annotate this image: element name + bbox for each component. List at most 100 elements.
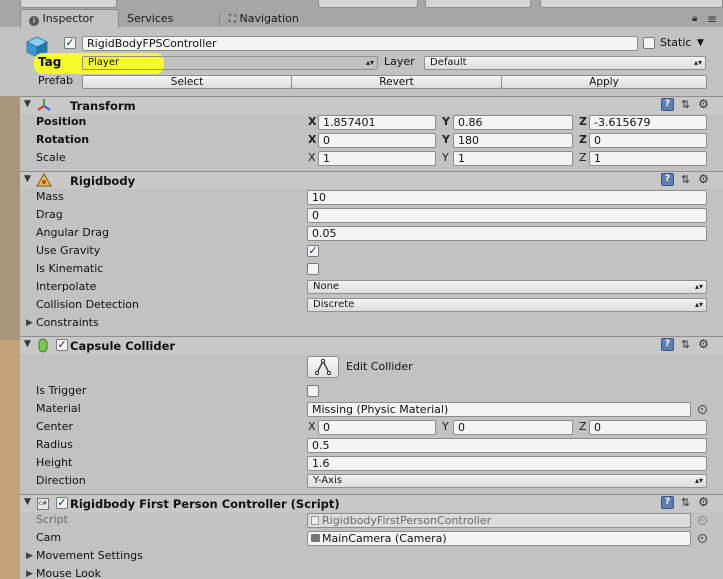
use-gravity-checkbox[interactable]: ✓ [307,245,319,257]
collision-detection-dropdown[interactable]: Discrete ▴▾ [307,298,707,312]
transform-header[interactable]: ▼ Transform ? ⇅ ⚙ [20,96,723,114]
tab-inspector[interactable]: i Inspector [20,9,119,28]
static-label: Static [660,36,692,49]
cam-field[interactable]: MainCamera (Camera) [307,531,691,546]
constraints-foldout[interactable]: Constraints [36,316,99,330]
material-field[interactable]: Missing (Physic Material) [307,402,691,417]
axis-z-label: Z [579,133,587,146]
position-x-input[interactable]: 1.857401 [318,115,436,130]
preset-icon[interactable]: ⇅ [679,98,692,111]
foldout-arrow-icon[interactable]: ▼ [24,497,31,507]
is-trigger-label: Is Trigger [36,384,87,397]
foldout-arrow-icon[interactable]: ▼ [24,339,31,349]
use-gravity-label: Use Gravity [36,244,101,257]
layer-dropdown[interactable]: Default ▴▾ [424,56,706,70]
interpolate-value: None [313,281,340,292]
help-icon[interactable]: ? [661,173,674,186]
prefab-select-button[interactable]: Select [82,75,292,89]
capsule-icon [38,338,48,356]
toolbar-button-left[interactable] [20,0,117,8]
static-checkbox[interactable] [643,37,655,49]
script-component-header[interactable]: ▼ c# ✓ Rigidbody First Person Controller… [20,494,723,512]
prefab-revert-button[interactable]: Revert [291,75,502,89]
center-z-input[interactable]: 0 [589,420,707,435]
drag-input[interactable]: 0 [307,208,707,223]
toolbar-button-far-right[interactable] [540,0,723,8]
position-z-input[interactable]: -3.615679 [589,115,707,130]
toolbar-button-middle[interactable] [318,0,418,8]
scene-background-strip-lower [0,340,20,579]
is-kinematic-label: Is Kinematic [36,262,104,275]
is-kinematic-checkbox[interactable] [307,263,319,275]
angular-drag-input[interactable]: 0.05 [307,226,707,241]
gear-icon[interactable]: ⚙ [697,338,710,351]
center-x-input[interactable]: 0 [318,420,436,435]
prefab-apply-button[interactable]: Apply [501,75,707,89]
material-label: Material [36,402,81,415]
scale-y-input[interactable]: 1 [453,151,573,166]
mouse-look-foldout[interactable]: Mouse Look [36,567,101,579]
gear-icon[interactable]: ⚙ [697,98,710,111]
active-checkbox[interactable]: ✓ [64,37,76,49]
interpolate-dropdown[interactable]: None ▴▾ [307,280,707,294]
rigidbody-header[interactable]: ▼ Rigidbody ? ⇅ ⚙ [20,171,723,189]
preset-icon[interactable]: ⇅ [679,338,692,351]
is-trigger-checkbox[interactable] [307,385,319,397]
tab-services-label: Services [127,12,174,25]
edit-collider-button[interactable] [307,356,339,378]
direction-dropdown[interactable]: Y-Axis ▴▾ [307,474,707,488]
rotation-y-input[interactable]: 180 [453,133,573,148]
center-label: Center [36,420,74,433]
object-picker-icon[interactable] [698,405,707,414]
object-name-input[interactable]: RigidBodyFPSController [82,36,638,51]
mass-label: Mass [36,190,64,203]
gear-icon[interactable]: ⚙ [697,496,710,509]
help-icon[interactable]: ? [661,496,674,509]
foldout-arrow-icon[interactable]: ▶ [26,316,33,330]
static-dropdown-arrow[interactable]: ▼ [697,36,704,50]
help-icon[interactable]: ? [661,338,674,351]
drag-label: Drag [36,208,63,221]
scale-x-input[interactable]: 1 [318,151,436,166]
angular-drag-label: Angular Drag [36,226,109,239]
cam-label: Cam [36,531,62,544]
capsule-collider-header[interactable]: ▼ ✓ Capsule Collider ? ⇅ ⚙ [20,336,723,354]
rigidbody-title: Rigidbody [70,174,136,188]
prefab-label: Prefab [38,74,74,87]
position-label: Position [36,115,87,128]
preset-icon[interactable]: ⇅ [679,496,692,509]
scale-z-input[interactable]: 1 [589,151,707,166]
camera-icon [311,534,320,542]
center-y-input[interactable]: 0 [453,420,573,435]
foldout-arrow-icon[interactable]: ▼ [24,174,31,184]
help-icon[interactable]: ? [661,98,674,111]
dropdown-arrow-icon: ▴▾ [693,58,702,67]
tag-dropdown[interactable]: Player ▴▾ [82,56,378,70]
tab-services[interactable]: Services [119,10,219,27]
dropdown-arrow-icon: ▴▾ [365,58,374,67]
script-enabled-checkbox[interactable]: ✓ [56,497,68,509]
menu-icon[interactable]: ≡ [707,12,717,26]
height-input[interactable]: 1.6 [307,456,707,471]
rotation-z-input[interactable]: 0 [589,133,707,148]
transform-icon [36,98,52,115]
mass-input[interactable]: 10 [307,190,707,205]
foldout-arrow-icon[interactable]: ▶ [26,549,33,563]
tab-navigation[interactable]: ⛶ Navigation [221,10,321,27]
lock-icon[interactable]: 🔒︎ [692,13,697,24]
foldout-arrow-icon[interactable]: ▼ [24,99,31,109]
radius-input[interactable]: 0.5 [307,438,707,453]
toolbar-button-right[interactable] [425,0,531,8]
foldout-arrow-icon[interactable]: ▶ [26,567,33,579]
navigation-icon: ⛶ [229,14,236,25]
position-y-input[interactable]: 0.86 [453,115,573,130]
script-file-icon [311,516,319,525]
capsule-enabled-checkbox[interactable]: ✓ [56,339,68,351]
rotation-x-input[interactable]: 0 [318,133,436,148]
movement-settings-foldout[interactable]: Movement Settings [36,549,143,563]
gear-icon[interactable]: ⚙ [697,173,710,186]
object-picker-icon[interactable] [698,534,707,543]
axis-x-label: X [308,151,316,164]
preset-icon[interactable]: ⇅ [679,173,692,186]
script-label: Script [36,513,68,526]
